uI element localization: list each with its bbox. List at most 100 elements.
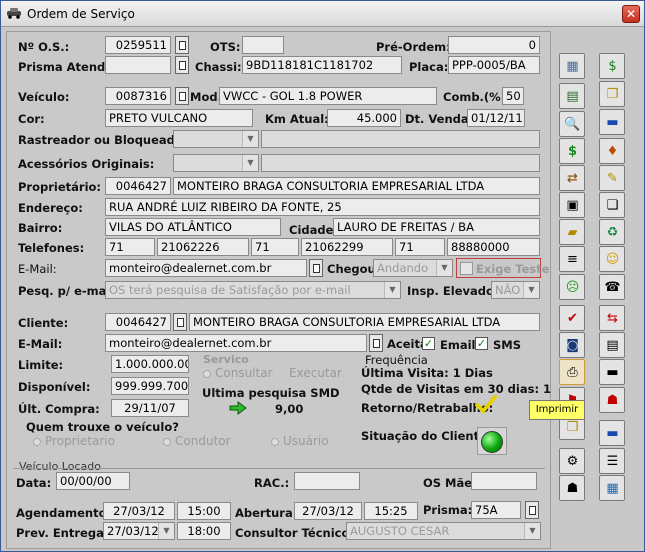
documents-button[interactable]: ❏	[599, 192, 625, 218]
tel3-ddd-field[interactable]: 71	[395, 238, 445, 256]
prisma-atend-lookup-button[interactable]	[175, 56, 189, 74]
smile-sad-button[interactable]: ☹	[559, 274, 585, 300]
copy-icon: ❐	[566, 420, 579, 435]
grid-blue-button[interactable]: ▦	[599, 475, 625, 501]
person-red-button[interactable]: ☗	[599, 387, 625, 413]
tel3-field[interactable]: 88880000	[447, 238, 540, 256]
prisma-field[interactable]: 75A	[471, 501, 521, 519]
tel2-ddd-field[interactable]: 71	[251, 238, 299, 256]
pesq-email-select[interactable]: OS terá pesquisa de Satisfação por e-mai…	[105, 281, 401, 299]
phone-button[interactable]: ☎	[599, 274, 625, 300]
camera-button[interactable]: ◙	[559, 332, 585, 358]
dt-venda-field[interactable]: 01/12/11	[467, 109, 525, 127]
abertura-hora-field[interactable]: 15:25	[364, 502, 418, 520]
list-button[interactable]: ≡	[559, 246, 585, 272]
cor-field[interactable]: PRETO VULCANO	[105, 109, 253, 127]
proprietario-radio[interactable]: Proprietario	[33, 434, 115, 448]
prisma-lookup-button[interactable]	[525, 501, 539, 519]
comb-field[interactable]: 50	[502, 87, 524, 105]
smile-button[interactable]: ☺	[599, 246, 625, 272]
cliente-name-field[interactable]: MONTEIRO BRAGA CONSULTORIA EMPRESARIAL L…	[189, 313, 540, 331]
money-bag-button[interactable]: $	[599, 53, 625, 79]
consultar-radio[interactable]: Consultar	[203, 366, 273, 380]
aceita-email-checkbox[interactable]: ✓	[422, 337, 435, 350]
chevron-down-icon: ▼	[523, 282, 539, 298]
agendamento-hora-field[interactable]: 15:00	[177, 502, 231, 520]
nro-os-field[interactable]: 0259511	[105, 36, 171, 54]
email-button[interactable]	[309, 259, 323, 277]
chassi-field[interactable]: 9BD118181C1181702	[242, 56, 402, 74]
tel1-ddd-field[interactable]: 71	[105, 238, 155, 256]
truck-button[interactable]: ▬	[599, 420, 625, 446]
printer-button[interactable]: ⎙	[559, 359, 585, 385]
veiculo-field[interactable]: 0087316	[105, 87, 171, 105]
pre-ordem-field[interactable]: 0	[448, 36, 540, 54]
email-field[interactable]: monteiro@dealernet.com.br	[105, 259, 307, 277]
transfer-button[interactable]: ⇄	[559, 165, 585, 191]
aceita-sms-checkbox[interactable]: ✓	[475, 337, 488, 350]
cliente-lookup-button[interactable]	[173, 313, 187, 331]
email2-field[interactable]: monteiro@dealernet.com.br	[105, 334, 367, 352]
prev-entrega-hora-field[interactable]: 18:00	[177, 522, 231, 540]
abertura-data-field[interactable]: 27/03/12	[294, 502, 362, 520]
exige-teste-checkbox[interactable]	[460, 262, 473, 275]
document-button[interactable]: ▤	[599, 332, 625, 358]
condutor-radio[interactable]: Condutor	[163, 434, 231, 448]
cidade-field[interactable]: LAURO DE FREITAS / BA	[333, 218, 540, 236]
notes-button[interactable]: ✎	[599, 165, 625, 191]
placa-field[interactable]: PPP-0005/BA	[448, 56, 540, 74]
veiculo-lookup-button[interactable]	[175, 87, 189, 105]
agendamento-data-field[interactable]: 27/03/12	[103, 502, 175, 520]
person-button[interactable]: ☗	[559, 475, 585, 501]
document-icon: ▤	[606, 338, 619, 353]
acessorios-label: Acessórios Originais:	[18, 157, 155, 171]
chegou-select[interactable]: Andando ▼	[373, 259, 453, 277]
acessorios-select[interactable]: ▼	[173, 154, 259, 172]
recycle-icon: ♻	[606, 225, 619, 240]
ots-field[interactable]	[242, 36, 284, 54]
proprietario-radio-label: Proprietario	[45, 434, 115, 448]
exige-teste-box[interactable]: Exige Teste	[456, 258, 550, 278]
grid-button[interactable]: ▦	[559, 53, 585, 79]
tools-button[interactable]: ⚙	[559, 448, 585, 474]
nro-os-lookup-button[interactable]	[175, 36, 189, 54]
search-doc-button[interactable]: 🔍	[559, 111, 585, 137]
check-button[interactable]: ✔	[559, 305, 585, 331]
car-button[interactable]: ▬	[599, 359, 625, 385]
endereco-field[interactable]: RUA ANDRÉ LUIZ RIBEIRO DA FONTE, 25	[105, 198, 540, 216]
executar-radio[interactable]: Executar	[289, 366, 342, 380]
consultor-select[interactable]: AUGUSTO CESAR ▼	[346, 522, 541, 540]
person-icon: ☗	[566, 481, 579, 496]
car-icon	[7, 8, 21, 19]
insp-elevador-label: Insp. Elevador:	[407, 284, 505, 298]
os-mae-field[interactable]	[471, 472, 537, 490]
cards-button[interactable]: ♦	[599, 138, 625, 164]
email2-button[interactable]	[369, 334, 383, 352]
tel1-field[interactable]: 21062226	[157, 238, 249, 256]
prisma-atend-field[interactable]	[105, 56, 171, 74]
proprietario-name-field[interactable]: MONTEIRO BRAGA CONSULTORIA EMPRESARIAL L…	[173, 177, 540, 195]
mod-field[interactable]: VWCC - GOL 1.8 POWER	[219, 87, 437, 105]
folder-button[interactable]: ▰	[559, 219, 585, 245]
insp-elevador-select[interactable]: NÃO ▼	[491, 281, 540, 299]
tel2-field[interactable]: 21062299	[301, 238, 393, 256]
cliente-code-field[interactable]: 0046427	[105, 313, 171, 331]
spreadsheet-button[interactable]: ▤	[559, 83, 585, 109]
rastreador-select[interactable]: ▼	[173, 130, 259, 148]
usuario-radio[interactable]: Usuário	[271, 434, 329, 448]
title-bar: Ordem de Serviço ✕	[1, 1, 644, 27]
close-button[interactable]: ✕	[622, 5, 640, 23]
bairro-field[interactable]: VILAS DO ATLÂNTICO	[105, 218, 281, 236]
prev-entrega-data-field[interactable]: 27/03/12 ▼	[103, 522, 175, 540]
swap-button[interactable]: ⇆	[599, 305, 625, 331]
copy-button[interactable]: ❐	[599, 81, 625, 107]
data-field[interactable]: 00/00/00	[56, 472, 130, 490]
car-blue-button[interactable]: ▬	[599, 109, 625, 135]
recycle-button[interactable]: ♻	[599, 219, 625, 245]
dollar-button[interactable]: $	[559, 138, 585, 164]
list-button-right[interactable]: ☰	[599, 448, 625, 474]
rac-field[interactable]	[294, 472, 360, 490]
calculator-button[interactable]: ▣	[559, 192, 585, 218]
km-field[interactable]: 45.000	[327, 109, 401, 127]
proprietario-code-field[interactable]: 0046427	[105, 177, 171, 195]
